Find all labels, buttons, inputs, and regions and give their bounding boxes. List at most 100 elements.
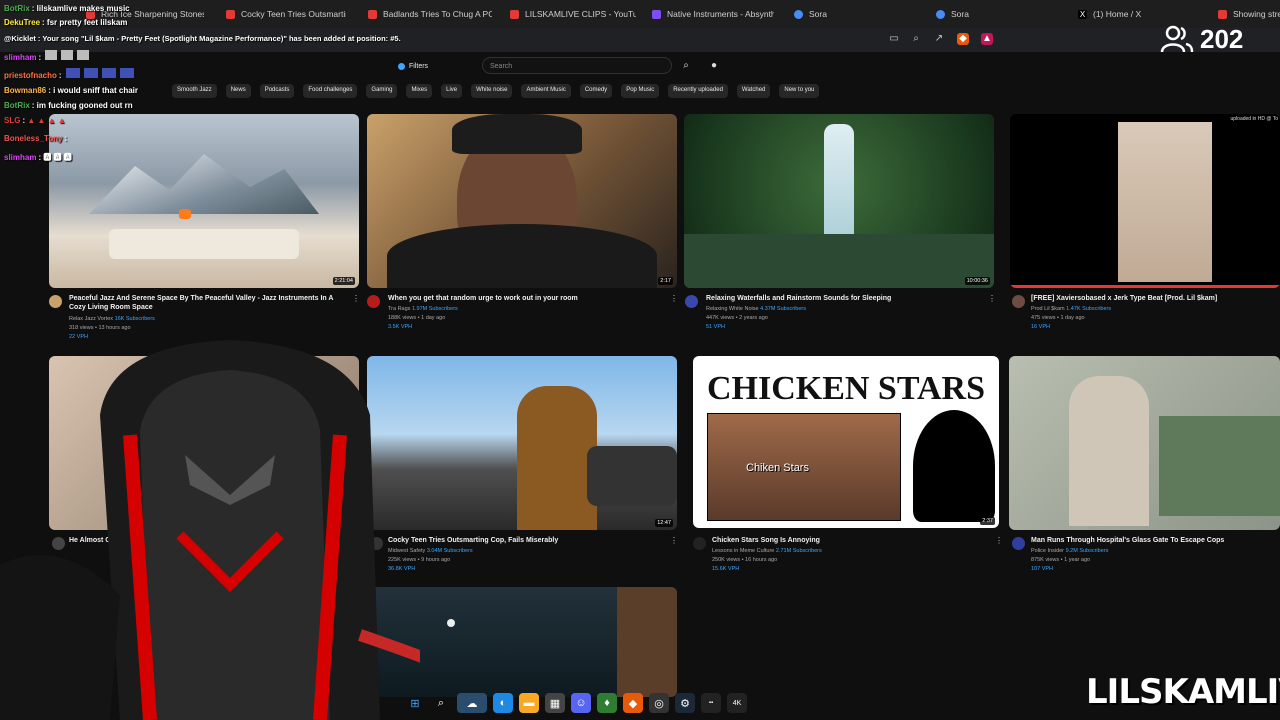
chip[interactable]: Smooth Jazz [172, 84, 217, 98]
zoom-icon[interactable]: ⌕ [910, 33, 922, 45]
browser-tab[interactable]: Badlands Tries To Chug A PON [368, 6, 492, 22]
app-icon[interactable]: ♦ [597, 693, 617, 713]
chip[interactable]: Recently uploaded [668, 84, 728, 98]
video-meta: 188K views • 1 day ago [388, 315, 446, 321]
brave-rewards-icon[interactable]: ▲ [981, 33, 993, 45]
mountain-graphic [89, 154, 319, 214]
steam-icon[interactable]: ⚙ [675, 693, 695, 713]
thumbnail-caption: uploaded in HD @ To [1230, 116, 1278, 122]
chat-message: SLG: ▲ ▲ ▲ ▲ [4, 116, 66, 125]
search-icon[interactable]: ⌕ [431, 693, 451, 713]
search-icon[interactable]: ⌕ [676, 57, 696, 74]
youtube-icon [510, 9, 519, 19]
native-instruments-icon [652, 9, 661, 19]
browser-tab[interactable]: Sora [936, 6, 1026, 22]
browser-tab[interactable]: Cocky Teen Tries Outsmarting [226, 6, 346, 22]
video-title[interactable]: Peaceful Jazz And Serene Space By The Pe… [69, 294, 347, 312]
chip[interactable]: Watched [736, 84, 771, 98]
viewers-icon [1160, 25, 1194, 53]
channel-avatar[interactable] [685, 295, 698, 308]
emote-icon [119, 68, 134, 78]
video-thumbnail[interactable]: uploaded in HD @ To [1010, 114, 1280, 288]
video-title[interactable]: Man Runs Through Hospital's Glass Gate T… [1031, 536, 1276, 545]
chat-message: priestofnacho: [4, 68, 134, 80]
person-graphic [1069, 376, 1149, 526]
share-icon[interactable]: ↗ [933, 33, 945, 45]
file-explorer-icon[interactable]: ▬ [519, 693, 539, 713]
brave-shield-icon[interactable]: ◆ [957, 33, 969, 45]
sora-icon [936, 9, 945, 19]
channel-name[interactable]: Police Insider 9.2M Subscribers [1031, 548, 1108, 554]
emote-icon: ▲ ▲ ▲ ▲ [27, 116, 66, 125]
channel-avatar[interactable] [1012, 295, 1025, 308]
chat-message: @Kicklet: Your song "Lil $kam - Pretty F… [4, 34, 401, 43]
windows-taskbar: ⊞ ⌕ ☁ ◐ ▬ ▦ ☺ ♦ ◆ ◎ ⚙ ▪▪ 4K [405, 690, 885, 716]
chip[interactable]: White noise [471, 84, 513, 98]
channel-name[interactable]: Relax Jazz Vortex 16K Subscribers [69, 316, 155, 322]
more-options-icon[interactable]: ⋮ [995, 536, 1003, 545]
chip[interactable]: Live [441, 84, 463, 98]
filters-button[interactable]: Filters [398, 59, 428, 73]
chip[interactable]: Comedy [579, 84, 613, 98]
chat-message: DekuTree: fsr pretty feet lilskam [4, 18, 128, 27]
video-title[interactable]: When you get that random urge to work ou… [388, 294, 666, 303]
microphone-icon[interactable]: ● [706, 57, 722, 74]
video-meta: 475 views • 1 day ago [1031, 315, 1085, 321]
video-title[interactable]: Chicken Stars Song Is Annoying [712, 536, 990, 545]
video-thumbnail[interactable]: 10:00:36 [684, 114, 994, 288]
filters-icon [398, 62, 405, 70]
channel-name[interactable]: Lessons in Meme Culture 2.71M Subscriber… [712, 548, 822, 554]
chip[interactable]: News [225, 84, 251, 98]
more-options-icon[interactable]: ⋮ [670, 294, 678, 303]
chip[interactable]: New to you [779, 84, 820, 98]
discord-icon[interactable]: ☺ [571, 693, 591, 713]
fire-graphic [179, 209, 191, 219]
channel-avatar[interactable] [49, 295, 62, 308]
person-graphic [517, 386, 597, 530]
video-title[interactable]: Relaxing Waterfalls and Rainstorm Sounds… [706, 294, 984, 303]
brave-browser-icon[interactable]: ◆ [623, 693, 643, 713]
channel-avatar[interactable] [367, 295, 380, 308]
more-options-icon[interactable]: ⋮ [988, 294, 996, 303]
browser-tab[interactable]: Native Instruments - Absynth 5 [652, 6, 774, 22]
channel-avatar[interactable] [693, 537, 706, 550]
obs-icon[interactable]: ◎ [649, 693, 669, 713]
more-options-icon[interactable]: ⋮ [670, 536, 678, 545]
emote-icon [83, 68, 98, 78]
4k-app-icon[interactable]: 4K [727, 693, 747, 713]
video-title[interactable]: Cocky Teen Tries Outsmarting Cop, Fails … [388, 536, 666, 545]
chip[interactable]: Mixes [406, 84, 433, 98]
video-thumbnail[interactable]: CHICKEN STARS Chiken Stars 2:37 [693, 356, 999, 528]
browser-tab[interactable]: LILSKAMLIVE CLIPS - YouTube [510, 6, 636, 22]
chip[interactable]: Gaming [366, 84, 398, 98]
video-thumbnail[interactable]: 2:17 [367, 114, 677, 288]
chip[interactable]: Pop Music [621, 84, 660, 98]
browser-tab[interactable]: Sora [794, 6, 884, 22]
browser-tab[interactable]: X (1) Home / X [1078, 6, 1188, 22]
channel-avatar[interactable] [1012, 537, 1025, 550]
silhouette-graphic [913, 410, 995, 522]
browser-tab[interactable]: Showing stre [1218, 6, 1280, 22]
video-thumbnail[interactable]: 2:21:04 [49, 114, 359, 288]
copilot-icon[interactable]: ◐ [493, 693, 513, 713]
duration-badge: 2:17 [658, 277, 673, 285]
app-icon[interactable]: ▪▪ [701, 693, 721, 713]
video-thumbnail[interactable] [1009, 356, 1280, 530]
youtube-icon [368, 9, 377, 19]
video-title[interactable]: [FREE] Xaviersobased x Jerk Type Beat [P… [1031, 294, 1276, 303]
video-meta: 447K views • 2 years ago [706, 315, 768, 321]
chip[interactable]: Ambient Music [521, 84, 571, 98]
chip[interactable]: Podcasts [259, 84, 295, 98]
channel-name[interactable]: Prod Lil $kam 1.47K Subscribers [1031, 306, 1111, 312]
channel-name[interactable]: Tra Rags 1.97M Subscribers [388, 306, 458, 312]
chat-message: BotRix: lilskamlive makes music [4, 4, 130, 13]
windows-start-icon[interactable]: ⊞ [405, 693, 425, 713]
search-input[interactable]: Search [482, 57, 672, 74]
emote-icon: 🅰 🅰 🅰 [43, 153, 72, 162]
more-options-icon[interactable]: ⋮ [352, 294, 360, 303]
store-icon[interactable]: ▦ [545, 693, 565, 713]
chip[interactable]: Food challenges [303, 84, 358, 98]
cast-icon[interactable]: ▭ [888, 33, 900, 45]
channel-name[interactable]: Relaxing White Noise 4.37M Subscribers [706, 306, 806, 312]
widgets-icon[interactable]: ☁ [457, 693, 487, 713]
